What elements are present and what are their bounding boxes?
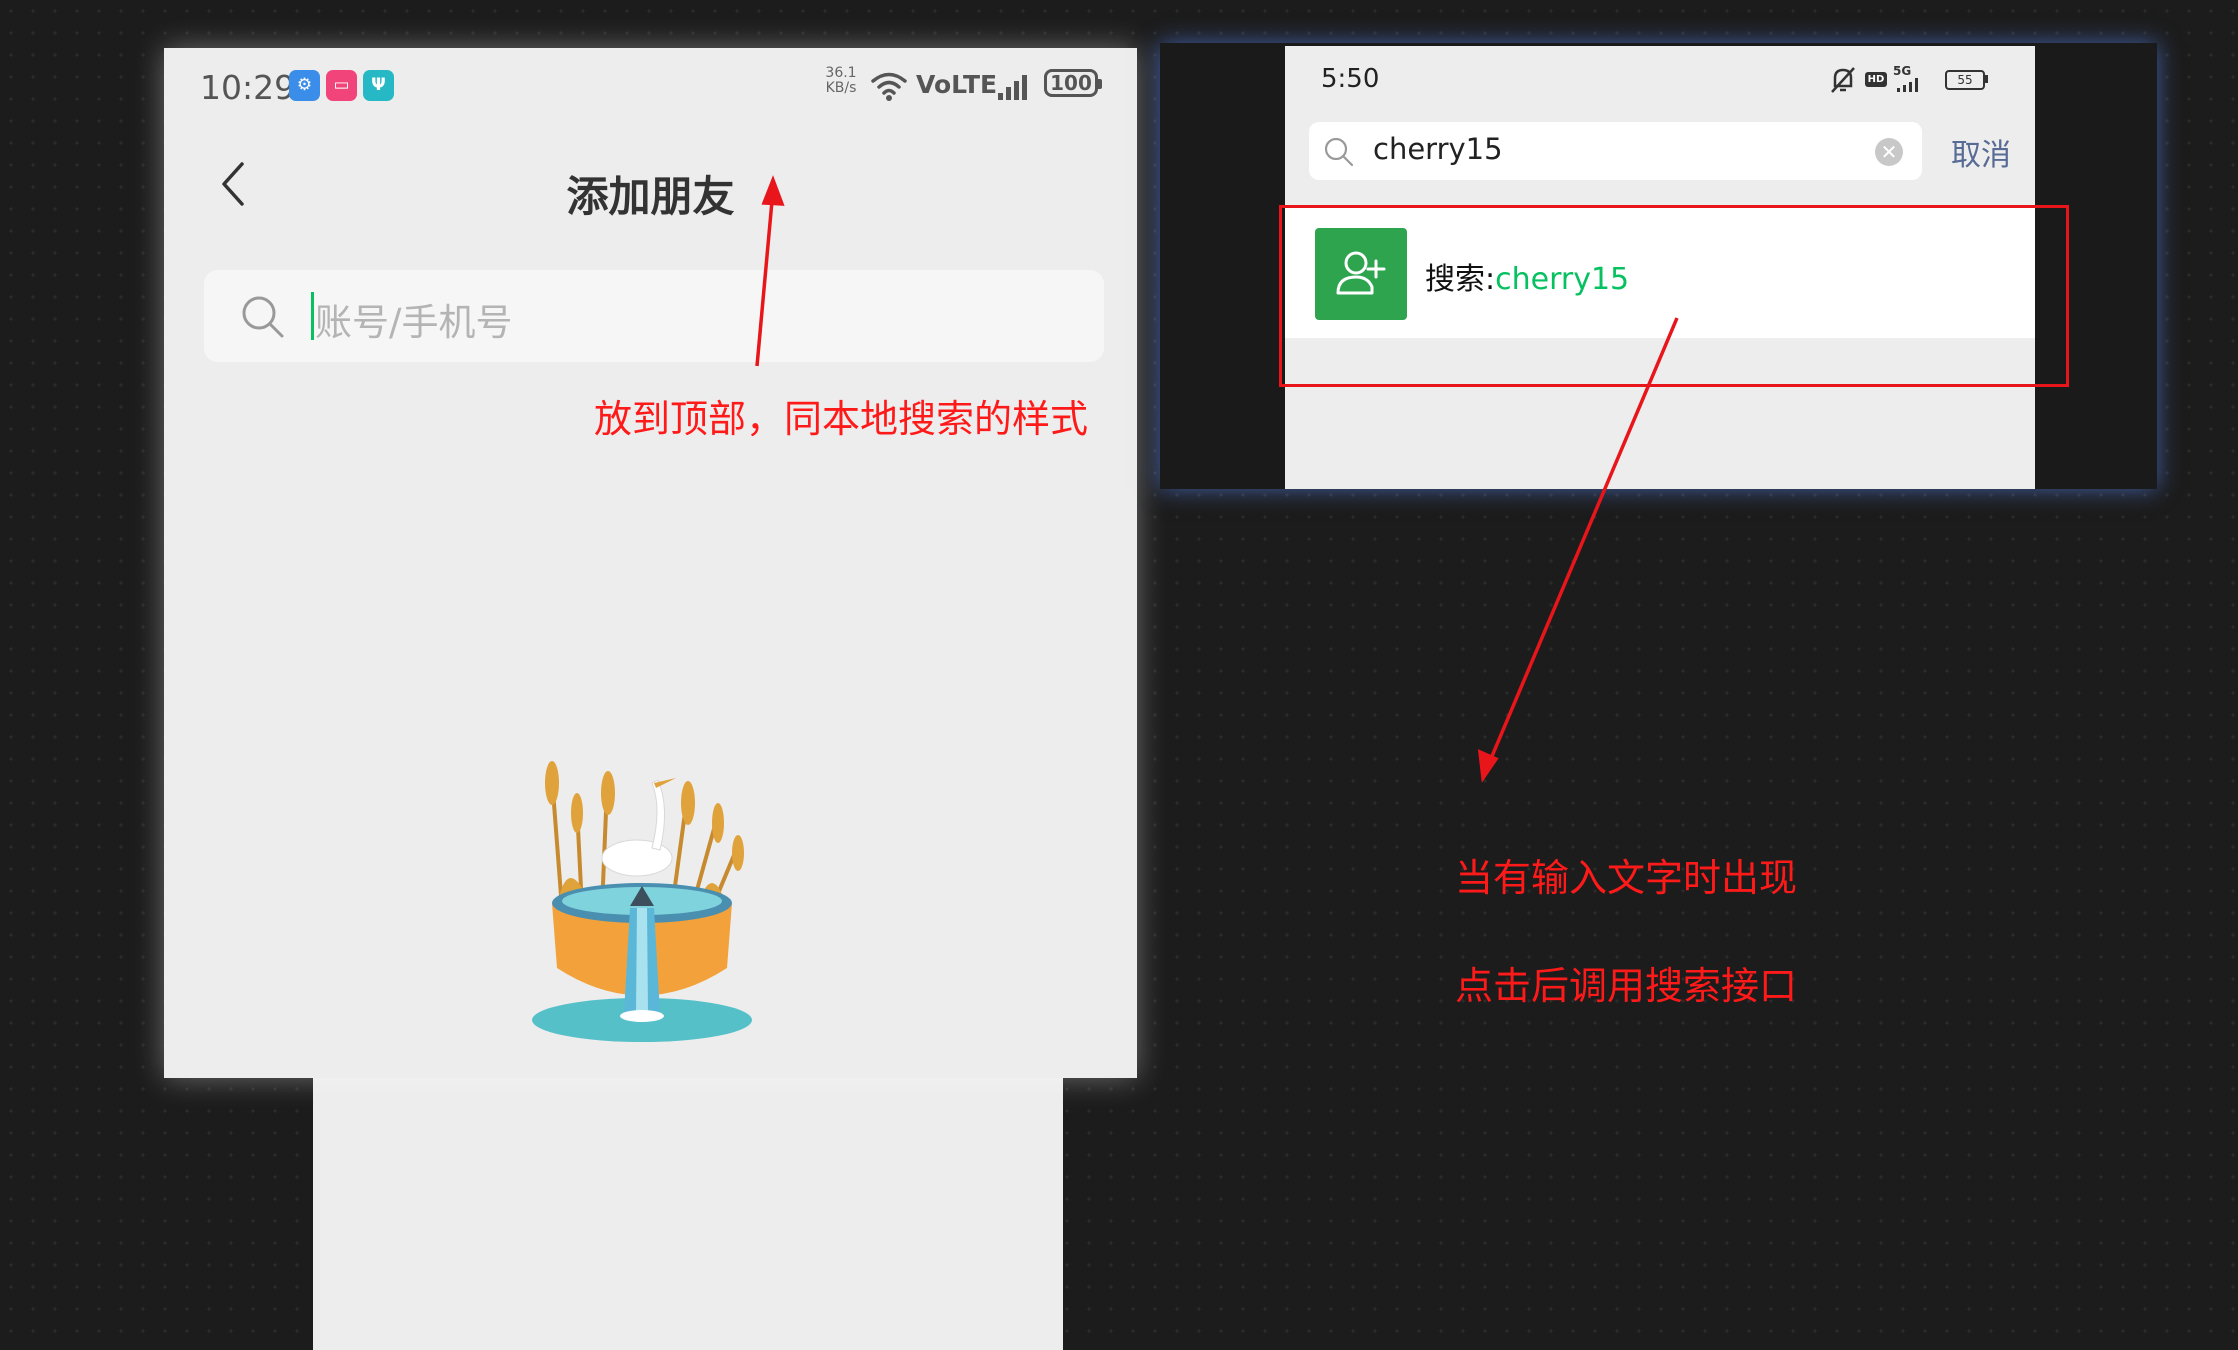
show-on-input-note: 当有输入文字时出现 (1455, 856, 1798, 900)
up-arrowhead (761, 175, 785, 206)
down-arrow-line (1485, 317, 1679, 769)
annotation-arrows (755, 175, 1679, 783)
up-arrow-line (755, 189, 775, 367)
top-placement-note: 放到顶部，同本地搜索的样式 (594, 397, 1089, 441)
call-search-api-note: 点击后调用搜索接口 (1455, 964, 1798, 1008)
